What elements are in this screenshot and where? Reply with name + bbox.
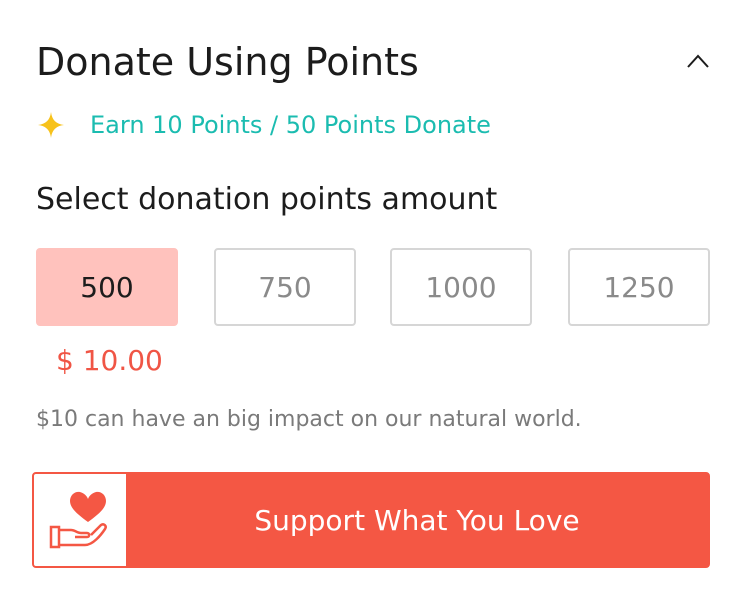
page-title: Donate Using Points [36, 40, 419, 84]
support-button-label: Support What You Love [254, 503, 580, 537]
heart-hand-icon [49, 491, 107, 549]
collapse-button[interactable] [680, 46, 716, 76]
sparkle-icon [36, 110, 66, 140]
donate-points-panel: Donate Using Points Earn 10 Points / 50 … [0, 0, 738, 616]
earn-info: Earn 10 Points / 50 Points Donate [36, 108, 491, 142]
support-icon-box [34, 474, 126, 566]
points-option-500[interactable]: 500 [36, 248, 178, 326]
select-amount-label: Select donation points amount [36, 182, 498, 217]
points-options: 500 750 1000 1250 [36, 248, 712, 328]
price-value: $ 10.00 [56, 344, 163, 377]
support-button[interactable]: Support What You Love [32, 472, 710, 568]
points-option-750[interactable]: 750 [214, 248, 356, 326]
points-option-1250[interactable]: 1250 [568, 248, 710, 326]
chevron-up-icon [687, 54, 709, 68]
earn-text: Earn 10 Points / 50 Points Donate [90, 111, 491, 139]
points-option-1000[interactable]: 1000 [390, 248, 532, 326]
impact-text: $10 can have an big impact on our natura… [36, 407, 582, 432]
